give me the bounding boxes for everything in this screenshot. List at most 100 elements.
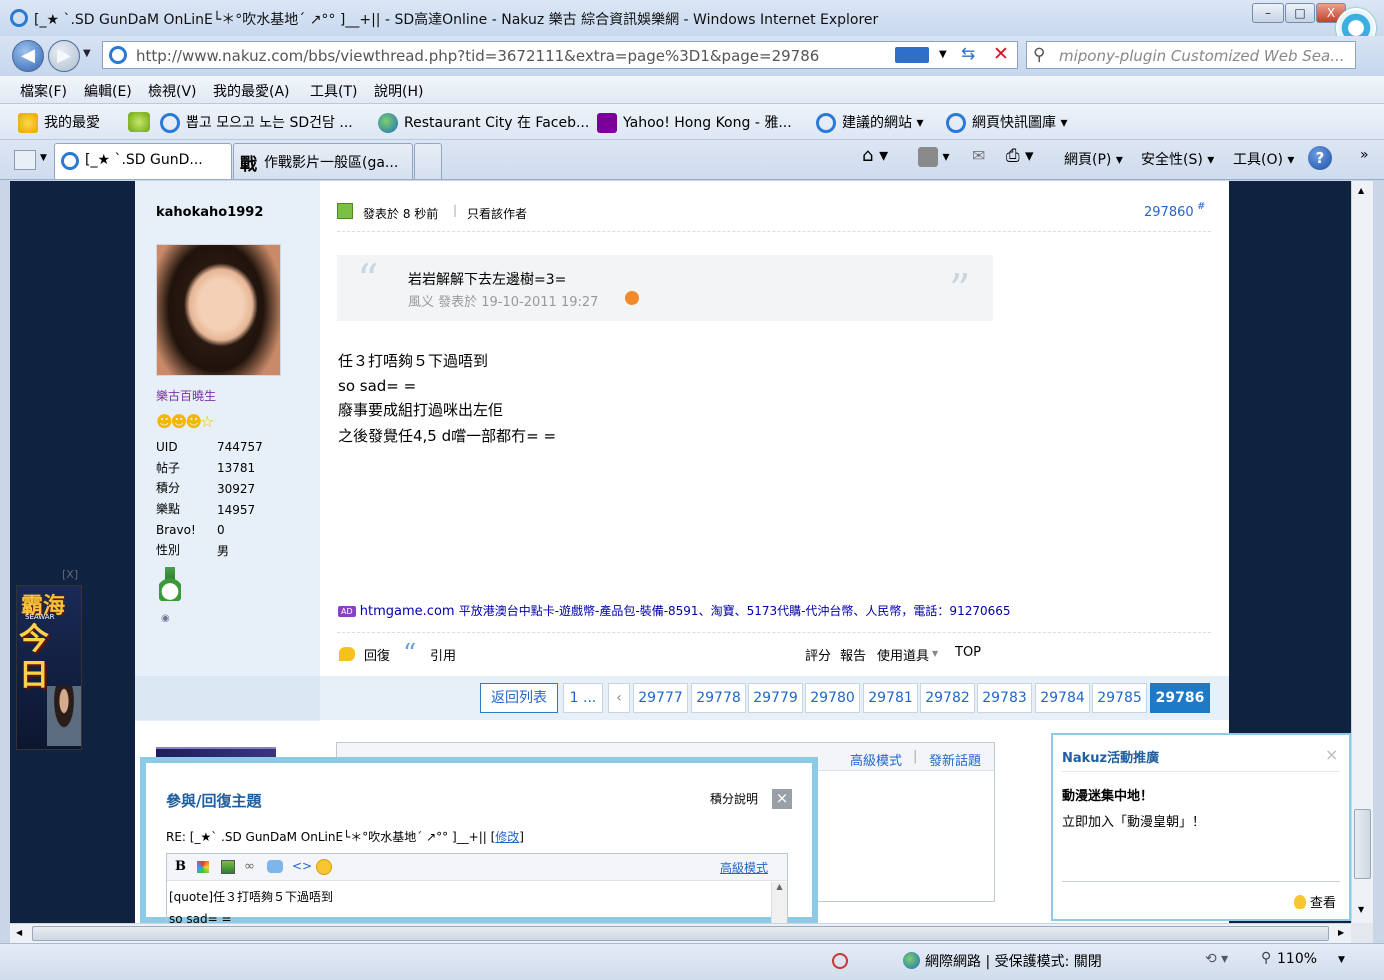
address-dropdown-icon[interactable]: ▼ — [939, 49, 947, 60]
reply-icon[interactable] — [339, 647, 355, 661]
protected-mode-icon[interactable]: ⟲ ▾ — [1205, 951, 1228, 967]
back-to-list-button[interactable]: 返回列表 — [480, 683, 558, 713]
fav-link-yahoo[interactable]: Yahoo! Hong Kong - 雅... — [597, 112, 792, 133]
menu-view[interactable]: 檢視(V) — [148, 81, 197, 101]
address-input[interactable]: http://www.nakuz.com/bbs/viewthread.php?… — [136, 47, 819, 65]
new-topic-link[interactable]: 發新話題 — [929, 750, 981, 769]
help-icon[interactable]: ? — [1308, 146, 1332, 170]
safety-menu[interactable]: 安全性(S) ▾ — [1141, 149, 1214, 169]
search-box[interactable]: ⚲ mipony-plugin Customized Web Sea... — [1026, 41, 1356, 69]
quick-tabs-icon[interactable] — [14, 150, 36, 170]
text-ad[interactable]: AD htmgame.com 平放港澳台中點卡-遊戲幣-產品包-裝備-8591、… — [338, 602, 1011, 619]
horizontal-scroll-thumb[interactable] — [32, 926, 1329, 941]
ad-text[interactable]: 平放港澳台中點卡-遊戲幣-產品包-裝備-8591、淘寶、5173代購-代沖台幣、… — [459, 604, 1011, 618]
smiley-icon[interactable] — [316, 859, 332, 875]
ad-domain[interactable]: htmgame.com — [360, 604, 455, 619]
new-tab-button[interactable] — [414, 143, 442, 179]
author-username[interactable]: kahokaho1992 — [156, 205, 263, 220]
reply-editor[interactable]: B ∞ <> 高級模式 [quote]任３打唔夠５下過唔到 so sad= = … — [166, 853, 788, 929]
promo-view-link[interactable]: 查看 — [1310, 892, 1336, 911]
rate-link[interactable]: 評分 — [805, 645, 831, 664]
quote-link[interactable]: 引用 — [430, 645, 456, 664]
menu-edit[interactable]: 編輯(E) — [84, 81, 132, 101]
zoom-dropdown-icon[interactable]: ▼ — [1338, 955, 1345, 965]
scroll-right-icon[interactable]: ▶ — [1338, 928, 1344, 937]
print-icon[interactable]: ⎙ ▾ — [1006, 146, 1034, 166]
quote-icon[interactable]: “ — [403, 639, 416, 669]
zoom-level[interactable]: 110% — [1277, 951, 1317, 967]
scroll-left-icon[interactable]: ◀ — [16, 928, 22, 937]
reply-close-button[interactable]: × — [772, 789, 792, 809]
forward-button[interactable]: ▶ — [48, 40, 80, 72]
bold-icon[interactable]: B — [175, 859, 186, 874]
tab-sdgundam[interactable]: [_★ `.SD GunD... — [54, 143, 232, 179]
compat-view-icon[interactable] — [895, 47, 929, 63]
floating-ad[interactable]: 霸海 SEAWAR 今日 — [16, 585, 82, 750]
menu-tools[interactable]: 工具(T) — [310, 81, 357, 101]
page-button[interactable]: 29779 — [748, 683, 803, 713]
page-button[interactable]: 29780 — [805, 683, 860, 713]
stop-icon[interactable]: ✕ — [993, 43, 1009, 65]
back-button[interactable]: ◀ — [12, 40, 44, 72]
points-help-link[interactable]: 積分說明 — [710, 790, 758, 807]
page-menu[interactable]: 網頁(P) ▾ — [1064, 149, 1123, 169]
image-icon[interactable] — [221, 860, 235, 874]
scroll-down-icon[interactable]: ▼ — [1358, 905, 1364, 914]
link-icon[interactable]: ∞ — [244, 859, 255, 874]
promo-close-button[interactable]: × — [1325, 745, 1338, 764]
edit-subject-link[interactable]: 修改 — [495, 830, 519, 844]
code-icon[interactable]: <> — [292, 859, 312, 873]
toolbar-overflow[interactable]: » — [1360, 147, 1369, 163]
page-button[interactable]: 29781 — [863, 683, 918, 713]
top-link[interactable]: TOP — [955, 645, 981, 660]
scroll-up-icon[interactable]: ▲ — [1358, 186, 1364, 195]
fav-link-restaurant-city[interactable]: Restaurant City 在 Faceb... — [378, 112, 589, 133]
reply-advanced-mode-link[interactable]: 高級模式 — [720, 859, 768, 876]
floating-ad-close[interactable]: [X] — [62, 568, 78, 581]
minimize-button[interactable]: – — [1252, 3, 1284, 23]
report-link[interactable]: 報告 — [840, 645, 866, 664]
quote-tool-icon[interactable] — [267, 860, 283, 873]
feeds-icon[interactable]: ▾ — [918, 147, 949, 167]
add-favorite-icon[interactable] — [128, 112, 150, 132]
page-button[interactable]: 29784 — [1035, 683, 1090, 713]
fav-link-sdgundam[interactable]: 뽑고 모으고 노는 SD건담 ... — [160, 112, 353, 133]
history-dropdown-icon[interactable]: ▼ — [83, 48, 91, 59]
fav-web-slice-gallery[interactable]: 網頁快訊圖庫 ▾ — [946, 112, 1067, 133]
reply-textarea-scrollbar[interactable]: ▲ — [771, 882, 787, 928]
mail-icon[interactable]: ✉ — [972, 146, 985, 165]
fav-suggested-sites[interactable]: 建議的網站 ▾ — [816, 112, 923, 133]
vertical-scroll-thumb[interactable] — [1354, 809, 1371, 879]
search-input[interactable]: mipony-plugin Customized Web Sea... — [1059, 47, 1345, 65]
reply-link[interactable]: 回復 — [364, 645, 390, 664]
page-button[interactable]: 29782 — [920, 683, 975, 713]
post-number[interactable]: 297860 — [1144, 205, 1194, 220]
privacy-icon[interactable] — [832, 953, 848, 969]
horizontal-scrollbar[interactable]: ◀ ▶ — [10, 923, 1351, 943]
menu-favorites[interactable]: 我的最愛(A) — [213, 81, 290, 101]
page-button[interactable]: 29785 — [1092, 683, 1147, 713]
address-bar[interactable]: http://www.nakuz.com/bbs/viewthread.php?… — [102, 41, 1018, 69]
security-zone[interactable]: 網際網路 | 受保護模式: 關閉 — [925, 951, 1102, 971]
vertical-scrollbar[interactable]: ▲ ▼ — [1351, 181, 1373, 923]
menu-help[interactable]: 說明(H) — [374, 81, 423, 101]
maximize-button[interactable]: □ — [1285, 3, 1315, 23]
promo-text[interactable]: 立即加入「動漫皇朝」！ — [1062, 811, 1205, 830]
tab-list-dropdown-icon[interactable]: ▼ — [40, 153, 47, 163]
page-button[interactable]: 29783 — [977, 683, 1032, 713]
page-first-button[interactable]: 1 ... — [563, 683, 603, 713]
jump-to-quote-icon[interactable] — [625, 291, 639, 305]
use-item-link[interactable]: 使用道具 — [877, 645, 929, 664]
tools-menu[interactable]: 工具(O) ▾ — [1233, 149, 1294, 169]
menu-file[interactable]: 檔案(F) — [20, 81, 67, 101]
page-button[interactable]: 29777 — [633, 683, 688, 713]
reply-textarea[interactable]: [quote]任３打唔夠５下過唔到 so sad= = — [167, 882, 771, 928]
tab-battle-videos[interactable]: 戰 作戰影片一般區(ga... — [233, 143, 413, 179]
home-icon[interactable]: ⌂ ▾ — [862, 145, 888, 166]
page-button[interactable]: 29778 — [691, 683, 746, 713]
color-icon[interactable] — [197, 861, 209, 873]
promo-headline[interactable]: 動漫迷集中地！ — [1062, 785, 1153, 804]
advanced-mode-link[interactable]: 高級模式 — [850, 750, 902, 769]
author-only-link[interactable]: 只看該作者 — [467, 205, 527, 222]
refresh-icon[interactable]: ⇆ — [961, 44, 975, 64]
